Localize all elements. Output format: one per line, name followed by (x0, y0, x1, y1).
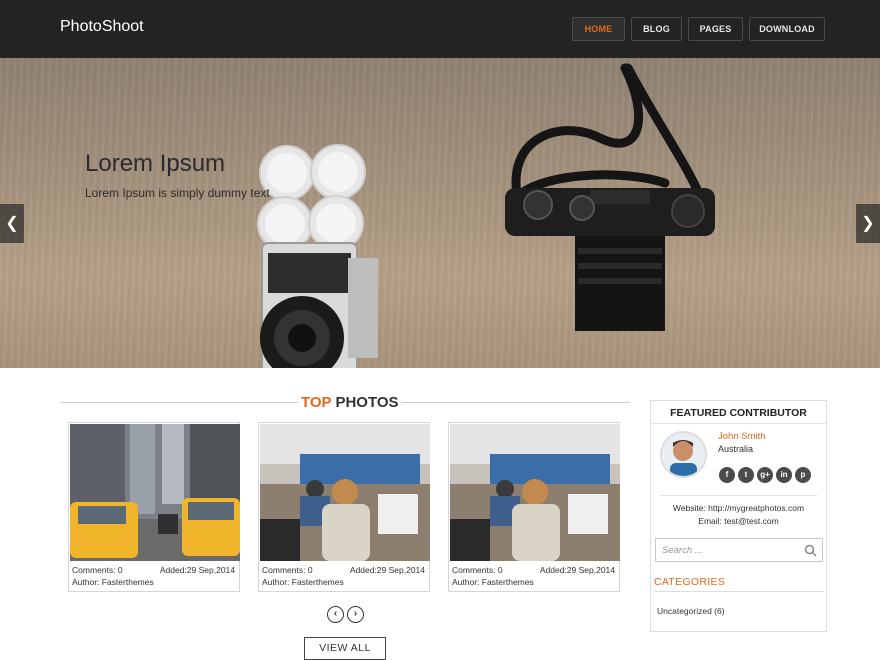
contributor-country: Australia (718, 444, 754, 454)
slider-next-button[interactable]: ❯ (856, 204, 880, 243)
site-header: PhotoShoot HOME BLOG PAGES DOWNLOAD (0, 0, 880, 58)
section-title-accent: TOP (301, 394, 332, 411)
dslr-camera (505, 188, 715, 331)
hero-slider: Lorem Ipsum Lorem Ipsum is simply dummy … (0, 58, 880, 368)
photo-added: Added:29 Sep,2014 (349, 565, 425, 575)
contributor-website[interactable]: Website: http://mygreatphotos.com (651, 503, 826, 513)
avatar-image (662, 433, 705, 476)
social-links: f t g+ in p (719, 467, 811, 483)
divider (660, 495, 817, 496)
slide-subtitle: Lorem Ipsum is simply dummy text (85, 186, 270, 200)
search-box (655, 538, 823, 562)
categories-title: CATEGORIES (654, 576, 726, 588)
section-title-rest: PHOTOS (331, 394, 399, 411)
film-canisters (257, 144, 366, 252)
contributor-name[interactable]: John Smith (718, 431, 766, 442)
photo-thumbnail (70, 424, 240, 561)
carousel-prev-button[interactable]: ‹ (327, 606, 344, 623)
search-input[interactable] (656, 539, 796, 561)
section-divider-right (392, 402, 630, 403)
google-plus-icon[interactable]: g+ (757, 467, 773, 483)
facebook-icon[interactable]: f (719, 467, 735, 483)
photo-author: Author: Fasterthemes (452, 577, 534, 587)
hero-image (257, 63, 715, 368)
search-icon[interactable] (804, 544, 817, 557)
nav-item-blog[interactable]: BLOG (631, 17, 682, 41)
main-nav: HOME BLOG PAGES DOWNLOAD (572, 17, 825, 41)
photo-card[interactable]: Comments: 0 Added:29 Sep,2014 Author: Fa… (68, 422, 240, 592)
vintage-camera (260, 242, 378, 368)
chevron-right-icon: › (353, 608, 358, 619)
avatar[interactable] (660, 431, 707, 478)
nav-item-download[interactable]: DOWNLOAD (749, 17, 825, 41)
view-all-button[interactable]: VIEW ALL (304, 637, 386, 660)
camera-strap (507, 63, 710, 213)
photo-comments: Comments: 0 (452, 565, 503, 575)
photo-added: Added:29 Sep,2014 (159, 565, 235, 575)
photo-author: Author: Fasterthemes (72, 577, 154, 587)
nav-item-home[interactable]: HOME (572, 17, 625, 41)
slider-prev-button[interactable]: ❮ (0, 204, 24, 243)
page: { "site": { "logo": "PhotoShoot" }, "nav… (0, 0, 880, 660)
divider (651, 423, 826, 424)
slide-title: Lorem Ipsum (85, 150, 226, 177)
featured-contributor-title: FEATURED CONTRIBUTOR (670, 407, 807, 419)
linkedin-icon[interactable]: in (776, 467, 792, 483)
chevron-left-icon: ‹ (333, 608, 338, 619)
contributor-email[interactable]: Email: test@test.com (651, 516, 826, 526)
photo-comments: Comments: 0 (262, 565, 313, 575)
photo-thumbnail (450, 424, 620, 561)
category-link[interactable]: Uncategorized (6) (657, 606, 725, 616)
section-title: TOP PHOTOS (299, 394, 401, 411)
twitter-icon[interactable]: t (738, 467, 754, 483)
site-logo[interactable]: PhotoShoot (60, 18, 144, 36)
photo-comments: Comments: 0 (72, 565, 123, 575)
pinterest-icon[interactable]: p (795, 467, 811, 483)
photo-card[interactable]: Comments: 0 Added:29 Sep,2014 Author: Fa… (448, 422, 620, 592)
carousel-next-button[interactable]: › (347, 606, 364, 623)
chevron-left-icon: ❮ (5, 215, 19, 232)
sidebar: FEATURED CONTRIBUTOR John Smith Australi… (650, 400, 827, 632)
photo-card[interactable]: Comments: 0 Added:29 Sep,2014 Author: Fa… (258, 422, 430, 592)
nav-item-pages[interactable]: PAGES (688, 17, 743, 41)
chevron-right-icon: ❯ (861, 215, 875, 232)
photo-added: Added:29 Sep,2014 (539, 565, 615, 575)
photo-author: Author: Fasterthemes (262, 577, 344, 587)
divider (654, 591, 824, 592)
section-divider-left (60, 402, 298, 403)
photo-thumbnail (260, 424, 430, 561)
